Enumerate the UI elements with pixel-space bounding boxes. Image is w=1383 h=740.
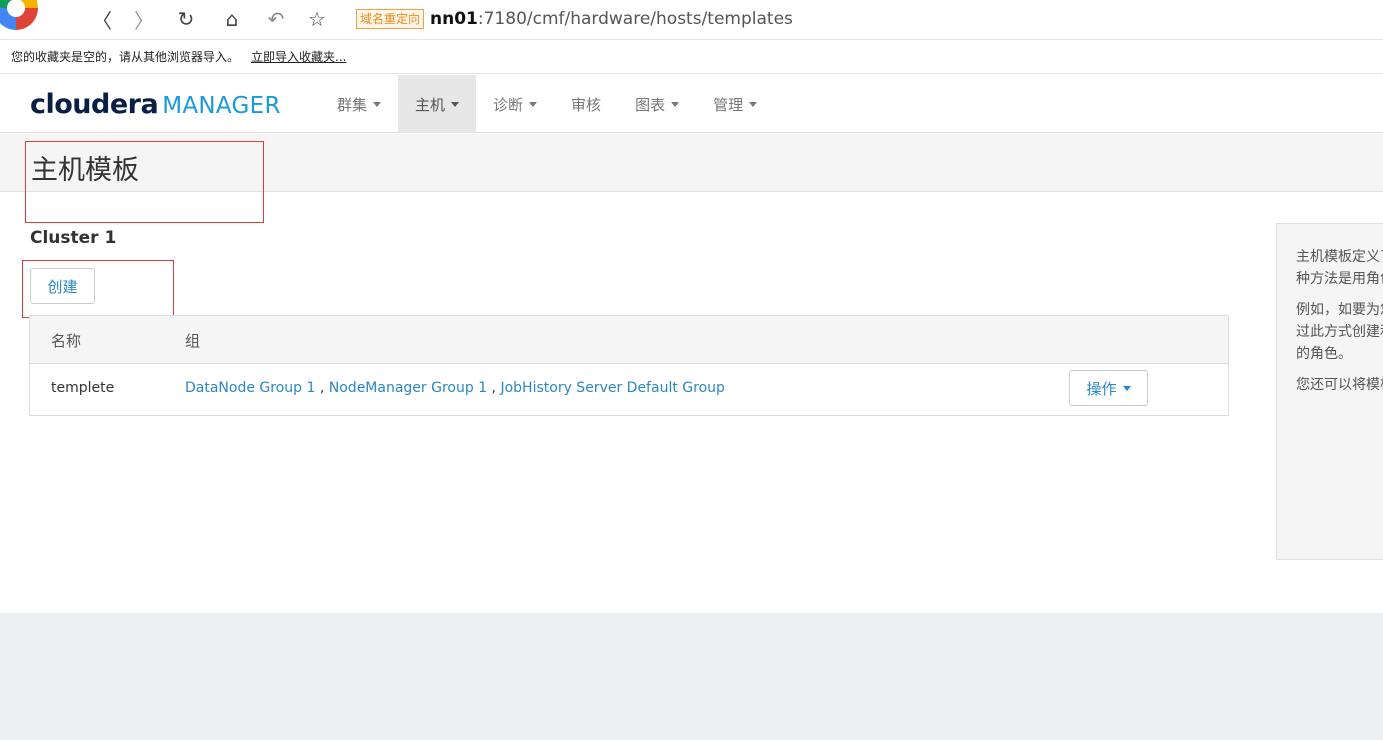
logo-cloudera: cloudera xyxy=(30,89,159,120)
chevron-down-icon xyxy=(451,101,460,107)
actions-label: 操作 xyxy=(1086,379,1117,398)
back-icon[interactable]: 〈 xyxy=(88,5,116,33)
home-icon[interactable]: ⌂ xyxy=(218,5,246,33)
nav-clusters-label: 群集 xyxy=(337,95,368,114)
logo-manager: MANAGER xyxy=(162,93,281,119)
host-templates-table: 名称 组 templete DataNode Group 1 , NodeMan… xyxy=(29,315,1229,416)
nav-charts[interactable]: 图表 xyxy=(618,75,696,133)
template-name: templete xyxy=(51,380,115,396)
actions-dropdown-button[interactable]: 操作 xyxy=(1069,370,1148,406)
group-separator: , xyxy=(315,380,329,396)
main-menu: 群集 主机 诊断 审核 图表 管理 xyxy=(320,75,774,133)
chevron-down-icon xyxy=(373,101,382,107)
address-bar[interactable]: 域名重定向 nn01 :7180/cmf/hardware/hosts/temp… xyxy=(352,4,1383,34)
nav-administration[interactable]: 管理 xyxy=(696,75,774,133)
group-link-datanode[interactable]: DataNode Group 1 xyxy=(185,380,315,396)
chevron-down-icon xyxy=(529,101,538,107)
nav-audits[interactable]: 审核 xyxy=(554,75,618,133)
nav-diagnostics[interactable]: 诊断 xyxy=(476,75,554,133)
cluster-name: Cluster 1 xyxy=(30,228,117,248)
nav-diagnostics-label: 诊断 xyxy=(493,95,524,114)
help-panel: 主机模板定义了一组角色组。使用主机模板的一种方法是用角色 例如，如要为您的群集添… xyxy=(1276,223,1383,560)
nav-clusters[interactable]: 群集 xyxy=(320,75,398,133)
help-paragraph: 例如，如要为您的群集添加更多的主机，可以通过此方式创建和应用主机模板，然后可以为… xyxy=(1296,302,1383,362)
nav-administration-label: 管理 xyxy=(713,95,744,114)
annotation-box-create xyxy=(22,260,174,318)
top-navbar: cloudera MANAGER 群集 主机 诊断 审核 图表 管理 xyxy=(0,75,1383,133)
chevron-down-icon xyxy=(749,101,758,107)
chevron-down-icon xyxy=(671,101,680,107)
undo-close-tab-icon[interactable]: ↶ xyxy=(262,5,290,33)
import-bookmarks-link[interactable]: 立即导入收藏夹... xyxy=(251,48,346,65)
help-paragraph: 您还可以将模板应用到主机。包含已有的角色。 xyxy=(1296,377,1383,393)
table-row: templete DataNode Group 1 , NodeManager … xyxy=(30,364,1228,415)
bookmarks-empty-text: 您的收藏夹是空的，请从其他浏览器导入。 xyxy=(11,50,240,64)
group-separator: , xyxy=(487,380,501,396)
browser-toolbar: 〈 〉 ↻ ⌂ ↶ ☆ 域名重定向 nn01 :7180/cmf/hardwar… xyxy=(0,0,1383,40)
redirect-badge: 域名重定向 xyxy=(356,9,425,29)
bookmark-star-icon[interactable]: ☆ xyxy=(303,5,331,33)
url-path: :7180/cmf/hardware/hosts/templates xyxy=(477,9,793,29)
nav-audits-label: 审核 xyxy=(571,95,602,114)
forward-icon[interactable]: 〉 xyxy=(130,5,158,33)
group-link-nodemanager[interactable]: NodeManager Group 1 xyxy=(329,380,487,396)
annotation-box-title xyxy=(25,141,264,223)
nav-hosts[interactable]: 主机 xyxy=(398,75,477,133)
chevron-down-icon xyxy=(1122,385,1131,391)
footer-area xyxy=(0,613,1383,740)
bookmarks-bar: 您的收藏夹是空的，请从其他浏览器导入。 立即导入收藏夹... xyxy=(0,40,1383,74)
column-header-group: 组 xyxy=(185,332,201,350)
column-header-name[interactable]: 名称 xyxy=(51,330,81,351)
browser-logo-icon xyxy=(0,0,38,30)
template-groups: DataNode Group 1 , NodeManager Group 1 ,… xyxy=(185,380,725,396)
nav-charts-label: 图表 xyxy=(635,95,666,114)
table-header: 名称 组 xyxy=(30,316,1228,364)
nav-hosts-label: 主机 xyxy=(415,95,446,114)
url-host: nn01 xyxy=(430,9,478,29)
cloudera-manager-logo[interactable]: cloudera MANAGER xyxy=(30,89,281,120)
group-link-jobhistory[interactable]: JobHistory Server Default Group xyxy=(500,380,724,396)
help-paragraph: 主机模板定义了一组角色组。使用主机模板的一种方法是用角色 xyxy=(1296,249,1383,287)
reload-icon[interactable]: ↻ xyxy=(172,5,200,33)
